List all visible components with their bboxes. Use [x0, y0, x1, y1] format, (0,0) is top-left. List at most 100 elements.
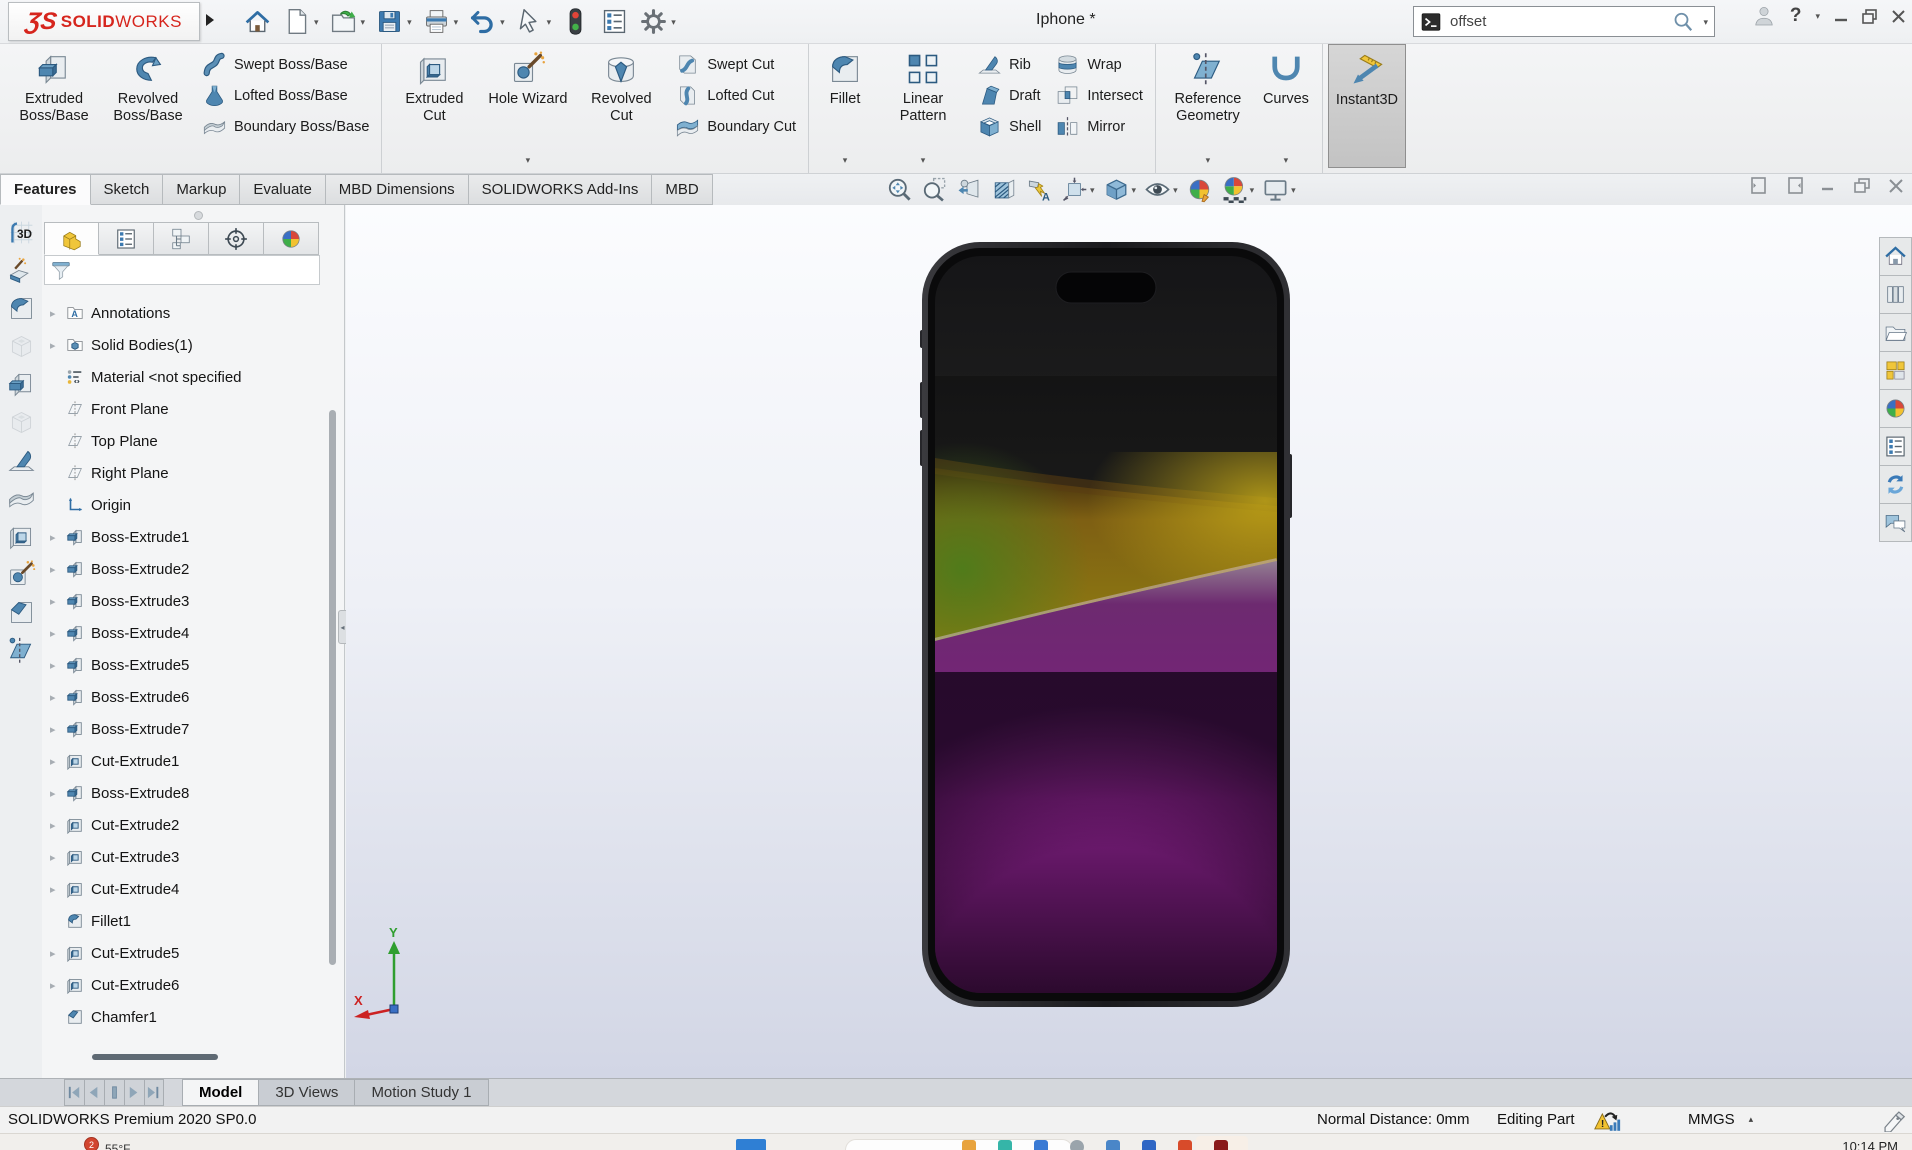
dropdown-arrow-icon[interactable]: ▾ [547, 17, 552, 27]
sheet-feature-button[interactable] [4, 483, 38, 514]
ribbon-boundary-cut-button[interactable]: Boundary Cut [668, 111, 803, 142]
headsup-display-style-button[interactable]: ▾ [1102, 175, 1138, 204]
tree-item-chamfer1[interactable]: Chamfer1 [42, 1001, 344, 1033]
phone-model[interactable] [920, 242, 1292, 1007]
model-tab-motion-study-1[interactable]: Motion Study 1 [355, 1079, 488, 1106]
tree-scrollbar[interactable] [329, 410, 336, 965]
ribbon-mirror-button[interactable]: Mirror [1048, 111, 1150, 142]
taskbar-app-icons[interactable] [962, 1140, 1228, 1150]
tree-filter-bar[interactable] [44, 255, 320, 285]
graphics-viewport[interactable]: Y X [346, 205, 1912, 1078]
boss-extrude-shortcut-button[interactable] [4, 369, 38, 400]
headsup-edit-appearance-button[interactable] [1185, 175, 1214, 204]
disabled-feature-1-button[interactable] [4, 331, 38, 362]
ribbon-rib-button[interactable]: Rib [970, 49, 1048, 80]
expand-arrow-icon[interactable]: ▸ [50, 723, 66, 736]
expand-arrow-icon[interactable]: ▸ [50, 627, 66, 640]
taskpane-appearances-scenes-button[interactable] [1879, 390, 1912, 428]
dropdown-arrow-icon[interactable]: ▾ [1291, 185, 1296, 195]
tab-evaluate[interactable]: Evaluate [240, 174, 325, 205]
headsup-view-settings-button[interactable]: ▾ [1261, 175, 1297, 204]
dropdown-arrow-icon[interactable]: ▾ [1206, 155, 1211, 166]
tree-item-right-plane[interactable]: Right Plane [42, 457, 344, 489]
taskbar-app-icon[interactable] [1178, 1140, 1192, 1150]
rollback-bar[interactable] [92, 1054, 218, 1060]
ribbon-shell-button[interactable]: Shell [970, 111, 1048, 142]
tree-item-fillet1[interactable]: Fillet1 [42, 905, 344, 937]
tree-item-boss-extrude7[interactable]: ▸Boss-Extrude7 [42, 713, 344, 745]
sketch-feature-button[interactable] [4, 255, 38, 286]
headsup-dynamic-annotation-views-button[interactable]: A [1025, 175, 1054, 204]
dropdown-arrow-icon[interactable]: ▾ [1090, 185, 1095, 195]
tree-item-boss-extrude3[interactable]: ▸Boss-Extrude3 [42, 585, 344, 617]
search-input[interactable] [1450, 13, 1663, 30]
expand-arrow-icon[interactable]: ▸ [50, 755, 66, 768]
titlebar-new-document-button[interactable]: ▾ [279, 4, 322, 39]
ribbon-lofted-cut-button[interactable]: Lofted Cut [668, 80, 803, 111]
headsup-hide-show-items-button[interactable]: ▾ [1143, 175, 1179, 204]
dropdown-arrow-icon[interactable]: ▾ [843, 155, 848, 166]
dropdown-arrow-icon[interactable]: ▾ [1250, 185, 1255, 195]
ribbon-boundary-boss-base-button[interactable]: Boundary Boss/Base [195, 111, 376, 142]
search-icon[interactable] [1671, 10, 1695, 34]
tree-item-boss-extrude2[interactable]: ▸Boss-Extrude2 [42, 553, 344, 585]
tab-scroll-last-button[interactable] [144, 1079, 164, 1106]
dropdown-arrow-icon[interactable]: ▾ [361, 17, 366, 27]
tab-mbd[interactable]: MBD [652, 174, 712, 205]
headsup-apply-scene-button[interactable]: ▾ [1220, 175, 1256, 204]
taskbar-app-icon[interactable] [1034, 1140, 1048, 1150]
dropdown-arrow-icon[interactable]: ▾ [314, 17, 319, 27]
expand-arrow-icon[interactable]: ▸ [50, 659, 66, 672]
search-dropdown-icon[interactable]: ▾ [1703, 17, 1708, 27]
tree-item-cut-extrude2[interactable]: ▸Cut-Extrude2 [42, 809, 344, 841]
collapse-left-pane-icon[interactable] [1751, 177, 1768, 194]
tab-sketch[interactable]: Sketch [91, 174, 164, 205]
taskpane-view-palette-button[interactable] [1879, 352, 1912, 390]
titlebar-open-button[interactable]: ▾ [326, 4, 369, 39]
doc-minimize-button[interactable] [1821, 178, 1836, 193]
titlebar-rebuild-button[interactable] [558, 4, 593, 39]
tab-scroll-next-button[interactable] [124, 1079, 144, 1106]
titlebar-print-button[interactable]: ▾ [419, 4, 462, 39]
tree-item-cut-extrude1[interactable]: ▸Cut-Extrude1 [42, 745, 344, 777]
dropdown-arrow-icon[interactable]: ▾ [454, 17, 459, 27]
titlebar-home-button[interactable] [240, 4, 275, 39]
dropdown-arrow-icon[interactable]: ▾ [500, 17, 505, 27]
dropdown-arrow-icon[interactable]: ▾ [526, 155, 531, 166]
expand-arrow-icon[interactable]: ▸ [50, 947, 66, 960]
tab-scroll-first-button[interactable] [64, 1079, 84, 1106]
close-button[interactable] [1891, 9, 1906, 24]
expand-arrow-icon[interactable]: ▸ [50, 307, 66, 320]
taskpane-design-library-button[interactable] [1879, 276, 1912, 314]
disabled-feature-2-button[interactable] [4, 407, 38, 438]
reference-plane-button[interactable]: ◢ [4, 635, 38, 666]
minimize-button[interactable] [1834, 9, 1848, 23]
dropdown-arrow-icon[interactable]: ▾ [921, 155, 926, 166]
ribbon-wrap-button[interactable]: Wrap [1048, 49, 1150, 80]
tab-markup[interactable]: Markup [163, 174, 240, 205]
ribbon-extruded-cut-button[interactable]: Extruded Cut [387, 44, 481, 168]
tab-solidworks-add-ins[interactable]: SOLIDWORKS Add-Ins [469, 174, 653, 205]
restore-button[interactable] [1862, 9, 1877, 24]
panel-tab-propertymanager[interactable] [99, 222, 154, 255]
tab-scroll-previous-button[interactable] [84, 1079, 104, 1106]
taskbar-app-icon[interactable] [1142, 1140, 1156, 1150]
taskbar-app-icon[interactable] [1106, 1140, 1120, 1150]
tree-item-cut-extrude3[interactable]: ▸Cut-Extrude3 [42, 841, 344, 873]
headsup-zoom-to-fit-button[interactable] [885, 175, 914, 204]
ribbon-revolved-boss-base-button[interactable]: Revolved Boss/Base [101, 44, 195, 168]
tree-item-boss-extrude1[interactable]: ▸Boss-Extrude1 [42, 521, 344, 553]
units-selector[interactable]: MMGS ▴ [1688, 1111, 1753, 1128]
tree-item-boss-extrude8[interactable]: ▸Boss-Extrude8 [42, 777, 344, 809]
dropdown-arrow-icon[interactable]: ▾ [1284, 155, 1289, 166]
ribbon-draft-button[interactable]: Draft [970, 80, 1048, 111]
expand-arrow-icon[interactable]: ▸ [50, 531, 66, 544]
dropdown-arrow-icon[interactable]: ▾ [1173, 185, 1178, 195]
titlebar-file-properties-button[interactable] [597, 4, 632, 39]
user-account-icon[interactable] [1752, 4, 1776, 28]
expand-arrow-icon[interactable]: ▸ [50, 819, 66, 832]
ribbon-lofted-boss-base-button[interactable]: Lofted Boss/Base [195, 80, 376, 111]
help-dropdown-icon[interactable]: ▾ [1815, 11, 1820, 21]
taskpane-custom-properties-button[interactable] [1879, 428, 1912, 466]
tab-features[interactable]: Features [0, 174, 91, 205]
